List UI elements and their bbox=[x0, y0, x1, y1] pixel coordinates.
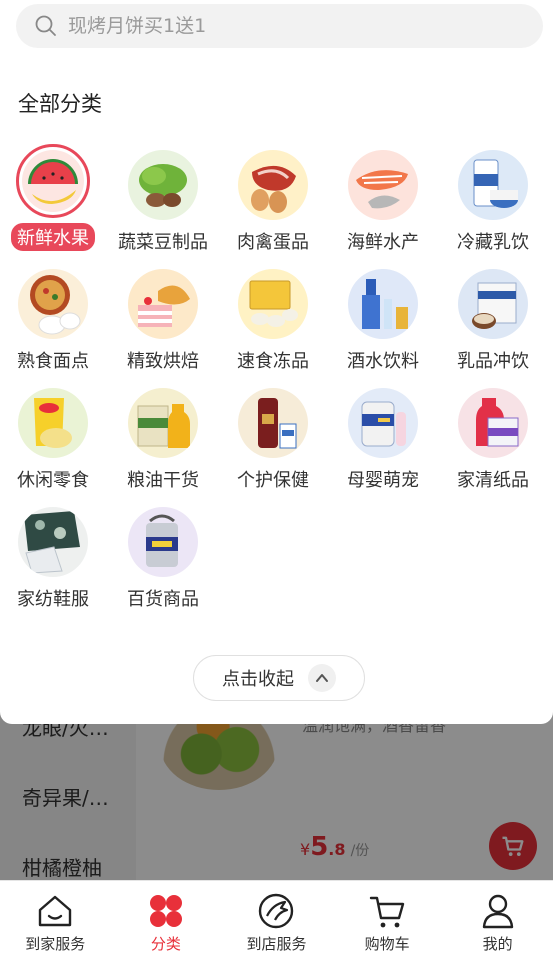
category-item-household-cleaning[interactable]: 家清纸品 bbox=[438, 388, 548, 492]
category-item-deli[interactable]: 熟食面点 bbox=[0, 269, 108, 373]
category-label: 海鲜水产 bbox=[347, 232, 419, 253]
personal-care-image bbox=[238, 388, 308, 458]
panel-title: 全部分类 bbox=[18, 92, 102, 116]
search-icon bbox=[35, 15, 56, 36]
general-merchandise-image bbox=[128, 507, 198, 577]
drinks-image bbox=[348, 269, 418, 339]
category-panel: 全部分类 新鲜水果 蔬菜豆制品 肉禽蛋品 bbox=[0, 0, 553, 724]
tab-category[interactable]: 分类 bbox=[111, 881, 222, 956]
tab-home-service[interactable]: 到家服务 bbox=[0, 881, 111, 956]
vegetable-image bbox=[128, 150, 198, 220]
search-bar[interactable] bbox=[16, 4, 543, 48]
collapse-button[interactable]: 点击收起 bbox=[193, 655, 365, 701]
category-label: 母婴萌宠 bbox=[347, 470, 419, 491]
milk-powder-image bbox=[458, 269, 528, 339]
category-item-frozen-food[interactable]: 速食冻品 bbox=[218, 269, 328, 373]
home-icon bbox=[35, 891, 75, 931]
bottom-tab-bar: 到家服务 分类 到店服务 购物车 我的 bbox=[0, 880, 553, 956]
frozen-food-image bbox=[238, 269, 308, 339]
category-label: 冷藏乳饮 bbox=[457, 232, 529, 253]
chilled-dairy-image bbox=[458, 150, 528, 220]
category-item-chilled-dairy[interactable]: 冷藏乳饮 bbox=[438, 150, 548, 254]
category-item-fresh-fruit[interactable]: 新鲜水果 bbox=[0, 144, 108, 251]
category-label: 休闲零食 bbox=[17, 470, 89, 491]
category-label: 肉禽蛋品 bbox=[237, 232, 309, 253]
tab-store-service[interactable]: 到店服务 bbox=[221, 881, 332, 956]
category-item-home-textile[interactable]: 家纺鞋服 bbox=[0, 507, 108, 611]
category-label: 蔬菜豆制品 bbox=[118, 232, 208, 253]
category-item-seafood[interactable]: 海鲜水产 bbox=[328, 150, 438, 254]
tab-mine[interactable]: 我的 bbox=[442, 881, 553, 956]
store-service-icon bbox=[256, 891, 296, 931]
bakery-image bbox=[128, 269, 198, 339]
cart-icon bbox=[367, 891, 407, 931]
snacks-image bbox=[18, 388, 88, 458]
grain-oil-image bbox=[128, 388, 198, 458]
category-item-milk-powder[interactable]: 乳品冲饮 bbox=[438, 269, 548, 373]
user-icon bbox=[478, 891, 518, 931]
meat-egg-image bbox=[238, 150, 308, 220]
category-item-snacks[interactable]: 休闲零食 bbox=[0, 388, 108, 492]
tab-cart[interactable]: 购物车 bbox=[332, 881, 443, 956]
category-label: 熟食面点 bbox=[17, 351, 89, 372]
category-label: 精致烘焙 bbox=[127, 351, 199, 372]
deli-image bbox=[18, 269, 88, 339]
home-textile-image bbox=[18, 507, 88, 577]
seafood-image bbox=[348, 150, 418, 220]
category-label: 新鲜水果 bbox=[11, 223, 95, 251]
fruit-image bbox=[16, 144, 90, 218]
category-label: 速食冻品 bbox=[237, 351, 309, 372]
category-label: 粮油干货 bbox=[127, 470, 199, 491]
category-label: 家纺鞋服 bbox=[17, 589, 89, 610]
category-item-personal-care[interactable]: 个护保健 bbox=[218, 388, 328, 492]
category-label: 乳品冲饮 bbox=[457, 351, 529, 372]
category-item-general-merchandise[interactable]: 百货商品 bbox=[108, 507, 218, 611]
household-cleaning-image bbox=[458, 388, 528, 458]
category-item-meat-egg[interactable]: 肉禽蛋品 bbox=[218, 150, 328, 254]
category-item-drinks[interactable]: 酒水饮料 bbox=[328, 269, 438, 373]
category-label: 家清纸品 bbox=[457, 470, 529, 491]
category-label: 百货商品 bbox=[127, 589, 199, 610]
category-item-vegetables[interactable]: 蔬菜豆制品 bbox=[108, 150, 218, 254]
category-label: 酒水饮料 bbox=[347, 351, 419, 372]
category-label: 个护保健 bbox=[237, 470, 309, 491]
category-item-grain-oil[interactable]: 粮油干货 bbox=[108, 388, 218, 492]
category-item-bakery[interactable]: 精致烘焙 bbox=[108, 269, 218, 373]
category-icon bbox=[146, 891, 186, 931]
search-input[interactable] bbox=[68, 15, 508, 37]
collapse-label: 点击收起 bbox=[222, 669, 294, 690]
baby-pet-image bbox=[348, 388, 418, 458]
category-item-baby-pet[interactable]: 母婴萌宠 bbox=[328, 388, 438, 492]
chevron-up-icon bbox=[308, 664, 336, 692]
